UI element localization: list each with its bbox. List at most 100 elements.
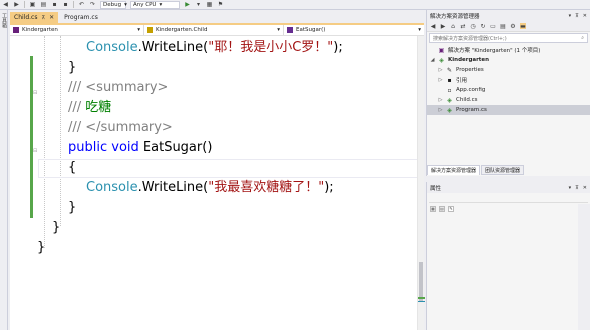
tab-program-cs[interactable]: Program.cs <box>60 12 102 23</box>
categorized-icon[interactable]: ▦ <box>430 205 436 212</box>
csharp-file-icon: ◈ <box>447 106 452 114</box>
search-icon[interactable]: ⌕ <box>581 35 584 41</box>
tree-item-program-cs[interactable]: ▷ ◈ Program.cs <box>427 105 590 115</box>
preview-icon[interactable]: ▬ <box>520 23 526 30</box>
tab-label: Program.cs <box>64 14 98 21</box>
collapsed-triangle-icon[interactable]: ▷ <box>438 67 443 73</box>
dropdown-icon[interactable]: ▾ <box>569 185 572 191</box>
properties-icon[interactable]: ⚙ <box>510 23 516 30</box>
chevron-down-icon: ▾ <box>418 27 421 33</box>
forward-icon[interactable]: ▶ <box>13 1 20 8</box>
new-project-icon[interactable]: ▣ <box>29 1 36 8</box>
tree-item-label: Properties <box>456 67 484 73</box>
forward-icon[interactable]: ▶ <box>440 23 446 30</box>
code-line: } <box>68 60 77 75</box>
redo-icon[interactable]: ↷ <box>89 1 96 8</box>
configuration-dropdown[interactable]: Debug ▾ <box>100 0 127 9</box>
property-pages-icon[interactable]: ✎ <box>448 205 454 212</box>
pin-icon[interactable]: ⊼ <box>41 15 45 21</box>
tree-item-label: 解决方案 "Kindergarten" (1 个项目) <box>448 48 541 54</box>
project-dropdown[interactable]: Kindergarten ▾ <box>10 25 144 35</box>
member-dropdown[interactable]: EatSugar() ▾ <box>284 25 424 35</box>
csharp-project-icon <box>13 27 19 33</box>
solution-explorer-titlebar: 解决方案资源管理器 ▾ ⊼ ✕ <box>427 10 590 21</box>
show-all-files-icon[interactable]: ▤ <box>500 23 506 30</box>
method-icon <box>287 27 293 33</box>
indent-guide <box>60 36 61 226</box>
start-debug-icon[interactable]: ▶ <box>184 1 191 8</box>
solution-search-input[interactable]: 搜索解决方案资源管理器(Ctrl+;) ⌕ <box>429 33 588 43</box>
back-icon[interactable]: ◀ <box>430 23 436 30</box>
collapsed-triangle-icon[interactable]: ▷ <box>438 97 443 103</box>
fold-marker-icon[interactable]: ⊟ <box>33 148 37 154</box>
close-icon[interactable]: ✕ <box>583 13 587 19</box>
toolbox-label[interactable]: 工具箱 <box>1 13 8 28</box>
code-line: public void EatSugar() <box>68 140 212 156</box>
indent-guide <box>44 36 45 248</box>
tab-team-explorer[interactable]: 团队资源管理器 <box>481 165 525 175</box>
chevron-down-icon: ▾ <box>277 27 280 33</box>
home-icon[interactable]: ⌂ <box>450 23 456 30</box>
pin-icon[interactable]: ⊼ <box>575 185 579 191</box>
tab-child-cs[interactable]: Child.cs ⊼ ✕ <box>10 12 59 23</box>
open-icon[interactable]: ▤ <box>40 1 47 8</box>
pin-icon[interactable]: ⊼ <box>575 13 579 19</box>
properties-panel: 属性 ▾ ⊼ ✕ ▦ ▤ ✎ <box>426 182 590 330</box>
panel-title: 属性 <box>430 185 442 192</box>
more-icon[interactable]: ▾ <box>195 1 202 8</box>
refresh-icon[interactable]: ↻ <box>480 23 486 30</box>
code-token-comment: 吃糖 <box>85 100 112 115</box>
collapsed-triangle-icon[interactable]: ▷ <box>438 77 443 83</box>
code-line: Console.WriteLine("耶！我是小小C罗！"); <box>86 40 343 56</box>
expanded-triangle-icon[interactable]: ◢ <box>430 57 435 63</box>
tab-solution-explorer[interactable]: 解决方案资源管理器 <box>427 165 481 175</box>
close-icon[interactable]: ✕ <box>49 14 54 21</box>
code-line: /// 吃糖 <box>68 100 111 116</box>
code-editor[interactable]: Kindergarten ▾ Kindergarten.Child ▾ EatS… <box>10 23 425 330</box>
tree-item-references[interactable]: ▷ ▪ 引用 <box>427 75 590 85</box>
collapsed-triangle-icon[interactable]: ▷ <box>438 107 443 113</box>
undo-icon[interactable]: ↶ <box>78 1 85 8</box>
sync-icon[interactable]: ⇄ <box>460 23 466 30</box>
tab-label: Child.cs <box>14 14 38 21</box>
code-area[interactable]: ⊟ ⊟ Console.WriteLine("耶！我是小小C罗！"); } //… <box>10 36 424 330</box>
class-name: Kindergarten.Child <box>156 27 208 33</box>
vertical-scrollbar[interactable] <box>417 36 425 330</box>
object-selector[interactable] <box>429 193 588 203</box>
code-line: /// <summary> <box>68 80 168 96</box>
tree-item-child-cs[interactable]: ▷ ◈ Child.cs <box>427 95 590 105</box>
code-token-type: Console <box>86 40 138 55</box>
save-all-icon[interactable]: ▪ <box>62 1 69 8</box>
gutter: ⊟ ⊟ <box>10 36 38 330</box>
build-icon[interactable]: ▦ <box>206 1 213 8</box>
class-dropdown[interactable]: Kindergarten.Child ▾ <box>144 25 284 35</box>
fold-marker-icon[interactable]: ⊟ <box>33 90 37 96</box>
pending-changes-icon[interactable]: ◷ <box>470 23 476 30</box>
platform-dropdown[interactable]: Any CPU ▾ <box>130 0 180 9</box>
bookmark-icon[interactable]: ⚑ <box>217 1 224 8</box>
scrollbar-thumb[interactable] <box>419 262 423 302</box>
config-file-icon: ▫ <box>447 86 452 94</box>
toolbox-strip[interactable]: 工具箱 <box>0 10 8 330</box>
back-icon[interactable]: ◀ <box>2 1 9 8</box>
tree-item-label: App.config <box>456 87 486 93</box>
collapse-all-icon[interactable]: ▭ <box>490 23 496 30</box>
properties-scroll-area <box>578 204 590 330</box>
tree-item-project[interactable]: ◢ ◈ Kindergarten <box>427 55 590 65</box>
code-token-doc: /// <box>68 100 86 115</box>
code-line: { <box>68 160 77 175</box>
tree-item-solution[interactable]: ▣ 解决方案 "Kindergarten" (1 个项目) <box>427 45 590 55</box>
code-token-doc: </summary> <box>85 120 173 135</box>
save-icon[interactable]: ▪ <box>51 1 58 8</box>
close-icon[interactable]: ✕ <box>583 185 587 191</box>
platform-value: Any CPU <box>133 1 157 8</box>
change-marker <box>418 297 425 299</box>
configuration-value: Debug <box>103 1 122 8</box>
tree-item-app-config[interactable]: ▫ App.config <box>427 85 590 95</box>
dropdown-icon[interactable]: ▾ <box>569 13 572 19</box>
chevron-down-icon: ▾ <box>137 27 140 33</box>
toolbar-separator <box>24 1 25 8</box>
csharp-project-icon: ◈ <box>439 56 444 64</box>
tree-item-properties[interactable]: ▷ ✎ Properties <box>427 65 590 75</box>
alphabetical-icon[interactable]: ▤ <box>439 205 445 212</box>
